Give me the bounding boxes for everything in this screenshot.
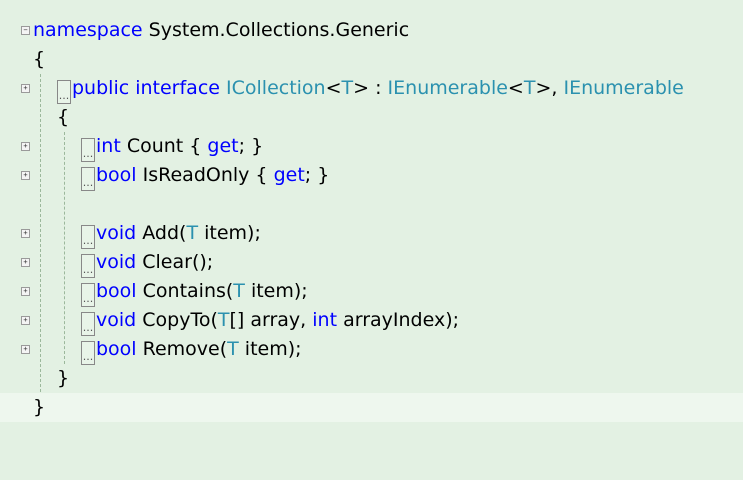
bool-keyword: bool: [96, 338, 137, 360]
namespace-keyword: namespace: [33, 19, 143, 41]
expand-toggle-icon[interactable]: +: [21, 84, 30, 93]
angle-open: <: [507, 77, 524, 99]
bool-keyword: bool: [96, 164, 137, 186]
interface-keyword: interface: [135, 77, 220, 99]
type-param: T: [523, 77, 536, 99]
code-line-interface[interactable]: + ... public interface ICollection<T> : I…: [0, 74, 743, 104]
code-line-namespace[interactable]: − namespace System.Collections.Generic: [0, 16, 743, 45]
type-param: T: [341, 77, 354, 99]
close-brace: }: [57, 367, 70, 389]
copyto-method: ... void CopyTo(T[] array, int arrayIndex…: [81, 306, 459, 336]
open-brace: {: [33, 48, 46, 70]
method-name: Contains(: [136, 280, 234, 302]
open-brace: {: [57, 106, 70, 128]
collapsed-region-icon[interactable]: ...: [81, 225, 95, 249]
collapsed-region-icon[interactable]: ...: [57, 80, 71, 104]
code-line-isreadonly[interactable]: + ... bool IsReadOnly { get; }: [0, 161, 743, 191]
isreadonly-property: ... bool IsReadOnly { get; }: [81, 161, 329, 191]
method-params: item);: [244, 280, 308, 302]
code-line-copyto[interactable]: + ... void CopyTo(T[] array, int arrayInd…: [0, 306, 743, 336]
expand-toggle-icon[interactable]: +: [21, 345, 30, 354]
namespace-declaration: namespace System.Collections.Generic: [33, 16, 409, 45]
property-name: IsReadOnly {: [136, 164, 274, 186]
int-keyword: int: [96, 135, 121, 157]
close-brace: }: [33, 396, 46, 418]
contains-method: ... bool Contains(T item);: [81, 277, 308, 307]
code-line-contains[interactable]: + ... bool Contains(T item);: [0, 277, 743, 307]
expand-toggle-icon[interactable]: +: [21, 287, 30, 296]
interface-declaration: ... public interface ICollection<T> : IEn…: [57, 74, 684, 104]
bool-keyword: bool: [96, 280, 137, 302]
method-params: item);: [238, 338, 302, 360]
property-end: ; }: [304, 164, 330, 186]
collapse-toggle-icon[interactable]: −: [21, 26, 30, 35]
code-line-count[interactable]: + ... int Count { get; }: [0, 132, 743, 162]
property-name: Count {: [120, 135, 208, 157]
method-params: item);: [198, 222, 261, 244]
code-line-interface-open[interactable]: {: [0, 103, 743, 132]
code-line-namespace-close[interactable]: }: [0, 393, 743, 422]
collapsed-region-icon[interactable]: ...: [81, 312, 95, 336]
get-keyword: get: [207, 135, 239, 157]
method-name: Clear();: [136, 251, 214, 273]
collapsed-region-icon[interactable]: ...: [81, 283, 95, 307]
comma: ,: [551, 77, 564, 99]
interface-name: ICollection: [226, 77, 326, 99]
int-keyword: int: [312, 309, 338, 331]
angle-close: >: [535, 77, 552, 99]
expand-toggle-icon[interactable]: +: [21, 316, 30, 325]
code-line-open-brace[interactable]: {: [0, 45, 743, 74]
void-keyword: void: [96, 251, 137, 273]
collapsed-region-icon[interactable]: ...: [81, 167, 95, 191]
type-param: T: [233, 280, 245, 302]
code-line-remove[interactable]: + ... bool Remove(T item);: [0, 335, 743, 365]
type-param: T: [227, 338, 239, 360]
clear-method: ... void Clear();: [81, 248, 213, 278]
angle-open: <: [325, 77, 342, 99]
collapsed-region-icon[interactable]: ...: [81, 254, 95, 278]
remove-method: ... bool Remove(T item);: [81, 335, 302, 365]
colon: :: [369, 77, 388, 99]
base-interface-generic: IEnumerable: [387, 77, 508, 99]
type-param: T: [186, 222, 199, 244]
method-name: Add(: [136, 222, 187, 244]
namespace-name: System.Collections.Generic: [142, 19, 410, 41]
code-line-add[interactable]: + ... void Add(T item);: [0, 219, 743, 249]
void-keyword: void: [96, 222, 137, 244]
void-keyword: void: [96, 309, 137, 331]
angle-close: >: [353, 77, 370, 99]
method-params-end: arrayIndex);: [337, 309, 460, 331]
code-line-interface-close[interactable]: }: [0, 364, 743, 393]
property-end: ; }: [238, 135, 264, 157]
add-method: ... void Add(T item);: [81, 219, 261, 249]
expand-toggle-icon[interactable]: +: [21, 171, 30, 180]
code-editor[interactable]: − namespace System.Collections.Generic {…: [0, 0, 743, 432]
expand-toggle-icon[interactable]: +: [21, 258, 30, 267]
get-keyword: get: [273, 164, 305, 186]
method-name: CopyTo(: [136, 309, 218, 331]
collapsed-region-icon[interactable]: ...: [81, 341, 95, 365]
expand-toggle-icon[interactable]: +: [21, 229, 30, 238]
base-interface: IEnumerable: [563, 77, 684, 99]
expand-toggle-icon[interactable]: +: [21, 142, 30, 151]
collapsed-region-icon[interactable]: ...: [81, 138, 95, 162]
type-param: T: [217, 309, 230, 331]
method-name: Remove(: [136, 338, 228, 360]
code-line-clear[interactable]: + ... void Clear();: [0, 248, 743, 278]
method-params: [] array,: [229, 309, 313, 331]
count-property: ... int Count { get; }: [81, 132, 263, 162]
public-keyword: public: [72, 77, 130, 99]
